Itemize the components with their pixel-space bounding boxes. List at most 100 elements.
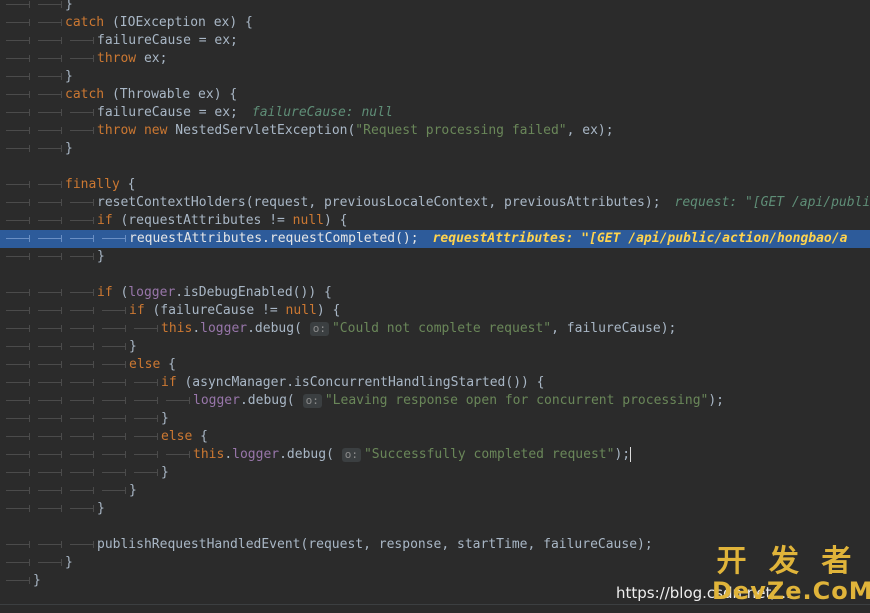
code-line[interactable]: this.logger.debug( o: "Successfully compl… xyxy=(0,446,870,464)
code-line[interactable]: logger.debug( o: "Leaving response open f… xyxy=(0,392,870,410)
tab-arrow xyxy=(38,361,62,368)
tab-arrow xyxy=(6,433,30,440)
keyword-token: null xyxy=(292,213,324,228)
code-line[interactable]: } xyxy=(0,140,870,158)
code-text: requestAttributes.requestCompleted(); req… xyxy=(129,230,847,248)
code-line[interactable]: failureCause = ex; xyxy=(0,32,870,50)
code-text: resetContextHolders(request, previousLoc… xyxy=(97,194,870,212)
tab-arrow xyxy=(70,343,94,350)
tab-arrow xyxy=(102,451,126,458)
code-line[interactable]: throw new NestedServletException("Reques… xyxy=(0,122,870,140)
tab-arrow xyxy=(70,127,94,134)
code-line[interactable]: } xyxy=(0,500,870,518)
parameter-hint: o: xyxy=(341,448,361,462)
keyword-token: throw xyxy=(97,51,137,66)
field-token: logger xyxy=(200,321,248,336)
tab-arrow xyxy=(38,379,62,386)
tab-arrow xyxy=(38,1,62,8)
tab-arrow xyxy=(102,433,126,440)
code-line[interactable]: else { xyxy=(0,428,870,446)
tab-arrow xyxy=(6,181,30,188)
code-token: ); xyxy=(708,393,725,408)
code-text: if (requestAttributes != null) { xyxy=(97,212,347,230)
code-line[interactable]: } xyxy=(0,338,870,356)
code-text: } xyxy=(65,68,73,86)
code-line-current-breakpoint[interactable]: requestAttributes.requestCompleted(); req… xyxy=(0,230,870,248)
code-token: ) { xyxy=(323,213,348,228)
tab-arrow xyxy=(6,487,30,494)
code-token: (asyncManager.isConcurrentHandlingStarte… xyxy=(176,375,545,390)
tab-arrow xyxy=(6,109,30,116)
code-text: catch (Throwable ex) { xyxy=(65,86,237,104)
tab-arrow xyxy=(102,361,126,368)
tab-arrow xyxy=(38,397,62,404)
string-token: "Could not complete request" xyxy=(331,321,552,336)
tab-arrow xyxy=(6,127,30,134)
code-token: ); xyxy=(614,447,631,462)
keyword-token: throw new xyxy=(97,123,168,138)
code-line[interactable]: resetContextHolders(request, previousLoc… xyxy=(0,194,870,212)
code-line[interactable]: } xyxy=(0,0,870,14)
code-line[interactable]: } xyxy=(0,464,870,482)
tab-arrow xyxy=(70,307,94,314)
tab-arrow xyxy=(102,415,126,422)
tab-arrow xyxy=(70,361,94,368)
tab-arrow xyxy=(70,379,94,386)
code-line[interactable]: if (logger.isDebugEnabled()) { xyxy=(0,284,870,302)
tab-arrow xyxy=(134,415,158,422)
tab-arrow xyxy=(70,289,94,296)
code-line[interactable]: catch (Throwable ex) { xyxy=(0,86,870,104)
code-line[interactable]: catch (IOException ex) { xyxy=(0,14,870,32)
code-token: . xyxy=(192,321,201,336)
code-text: } xyxy=(129,482,137,500)
code-line[interactable] xyxy=(0,518,870,536)
code-line[interactable]: throw ex; xyxy=(0,50,870,68)
code-text: } xyxy=(161,464,169,482)
code-token: } xyxy=(129,339,137,354)
tab-arrow xyxy=(70,253,94,260)
code-line[interactable]: if (requestAttributes != null) { xyxy=(0,212,870,230)
code-line[interactable]: failureCause = ex; failureCause: null xyxy=(0,104,870,122)
parameter-hint: o: xyxy=(302,394,322,408)
tab-arrow xyxy=(38,433,62,440)
code-text: catch (IOException ex) { xyxy=(65,14,253,32)
code-text: } xyxy=(65,0,73,14)
code-token: .debug( xyxy=(279,447,342,462)
code-line[interactable]: if (asyncManager.isConcurrentHandlingSta… xyxy=(0,374,870,392)
code-text: finally { xyxy=(65,176,135,194)
tab-arrow xyxy=(6,559,30,566)
code-token: } xyxy=(65,141,73,156)
tab-arrow xyxy=(70,325,94,332)
watermark-logo-cn: 开 发 者 xyxy=(716,544,858,579)
tab-arrow xyxy=(38,469,62,476)
tab-arrow xyxy=(6,379,30,386)
code-text: } xyxy=(129,338,137,356)
code-line[interactable]: else { xyxy=(0,356,870,374)
tab-arrow xyxy=(102,343,126,350)
keyword-token: this xyxy=(161,321,193,336)
code-line[interactable]: } xyxy=(0,410,870,428)
tab-arrow xyxy=(134,325,158,332)
code-text: } xyxy=(33,572,41,590)
string-token: "Successfully completed request" xyxy=(363,447,615,462)
tab-arrow xyxy=(6,145,30,152)
tab-arrow xyxy=(70,109,94,116)
tab-arrow xyxy=(38,559,62,566)
tab-arrow xyxy=(70,469,94,476)
tab-arrow xyxy=(102,235,126,242)
code-line[interactable] xyxy=(0,158,870,176)
code-line[interactable]: } xyxy=(0,482,870,500)
tab-arrow xyxy=(38,37,62,44)
tab-arrow xyxy=(134,379,158,386)
code-line[interactable] xyxy=(0,266,870,284)
code-line[interactable]: } xyxy=(0,68,870,86)
code-line[interactable]: if (failureCause != null) { xyxy=(0,302,870,320)
code-line[interactable]: this.logger.debug( o: "Could not complete… xyxy=(0,320,870,338)
keyword-token: if xyxy=(161,375,177,390)
tab-arrow xyxy=(70,433,94,440)
code-editor[interactable]: } catch (IOException ex) {failureCause = … xyxy=(0,0,870,608)
code-token: } xyxy=(97,249,105,264)
code-line[interactable]: } xyxy=(0,248,870,266)
tab-arrow xyxy=(6,37,30,44)
code-line[interactable]: finally { xyxy=(0,176,870,194)
